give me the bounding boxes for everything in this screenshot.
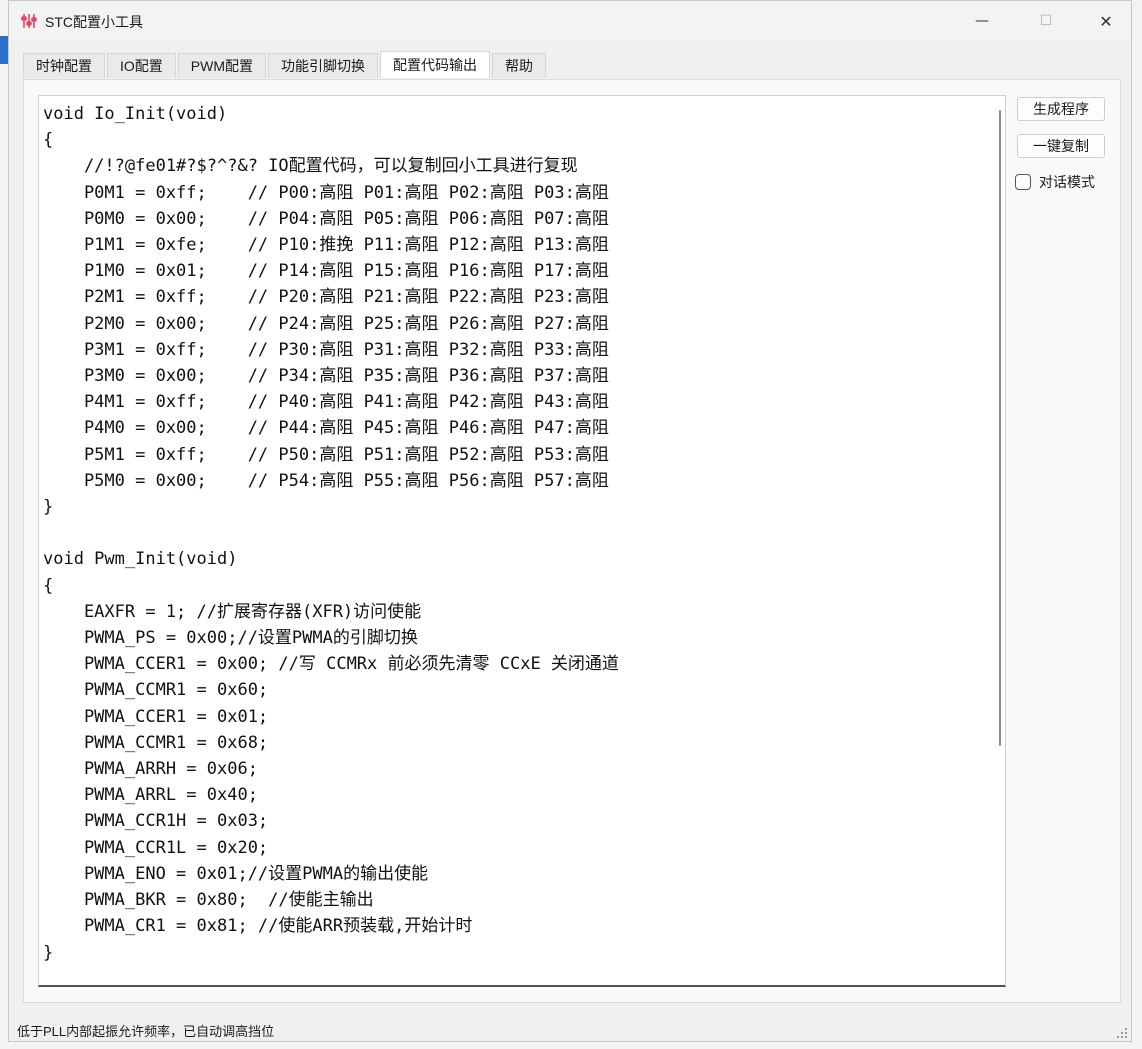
code-line: PWMA_CCMR1 = 0x60; <box>43 680 269 701</box>
code-line: PWMA_CCMR1 = 0x68; <box>43 732 269 753</box>
status-message: 低于PLL内部起振允许频率，已自动调高挡位 <box>17 1024 275 1039</box>
code-line: PWMA_ARRL = 0x40; <box>43 785 258 806</box>
code-line: void Io_Init(void) <box>43 104 228 124</box>
code-line: P4M0 = 0x00; // P44:高阻 P45:高阻 P46:高阻 P47… <box>43 418 609 439</box>
code-line: } <box>43 942 54 963</box>
code-line: PWMA_BKR = 0x80; //使能主输出 <box>43 890 374 911</box>
code-line: } <box>43 497 54 518</box>
code-line: PWMA_CCER1 = 0x00; //写 CCMRx 前必须先清零 CCxE… <box>43 654 619 675</box>
code-line: PWMA_ARRH = 0x06; <box>43 759 258 780</box>
code-line: P2M0 = 0x00; // P24:高阻 P25:高阻 P26:高阻 P27… <box>43 313 609 334</box>
code-line: P0M0 = 0x00; // P04:高阻 P05:高阻 P06:高阻 P07… <box>43 208 609 229</box>
status-bar: 低于PLL内部起振允许频率，已自动调高挡位 <box>9 1015 1131 1041</box>
tab-io-config[interactable]: IO配置 <box>107 53 176 78</box>
code-line: P3M1 = 0xff; // P30:高阻 P31:高阻 P32:高阻 P33… <box>43 339 609 360</box>
code-line: P3M0 = 0x00; // P34:高阻 P35:高阻 P36:高阻 P37… <box>43 366 609 387</box>
title-bar[interactable]: STC配置小工具 — ☐ ✕ <box>9 1 1131 41</box>
minimize-button[interactable]: — <box>959 1 1005 41</box>
tab-code-output[interactable]: 配置代码输出 <box>380 51 490 78</box>
code-line: P2M1 = 0xff; // P20:高阻 P21:高阻 P22:高阻 P23… <box>43 287 609 308</box>
resize-grip-icon[interactable] <box>1117 1028 1127 1038</box>
close-button[interactable]: ✕ <box>1083 1 1129 41</box>
tab-pin-switch[interactable]: 功能引脚切换 <box>268 53 378 78</box>
vertical-scrollbar[interactable] <box>999 110 1001 746</box>
code-output-panel: void Io_Init(void) { //!?@fe01#?$?^?&? IO… <box>23 79 1121 1003</box>
copy-all-button[interactable]: 一键复制 <box>1017 134 1105 158</box>
code-line: P4M1 = 0xff; // P40:高阻 P41:高阻 P42:高阻 P43… <box>43 392 609 413</box>
code-line: PWMA_PS = 0x00;//设置PWMA的引脚切换 <box>43 628 418 649</box>
dialog-mode-label: 对话模式 <box>1039 174 1095 190</box>
code-line: PWMA_CR1 = 0x81; //使能ARR预装载,开始计时 <box>43 916 473 937</box>
minimize-icon: — <box>975 13 989 29</box>
code-line: void Pwm_Init(void) <box>43 549 238 570</box>
code-text: void Io_Init(void) { //!?@fe01#?$?^?&? IO… <box>43 101 619 985</box>
code-line: P1M0 = 0x01; // P14:高阻 P15:高阻 P16:高阻 P17… <box>43 261 609 282</box>
code-line: PWMA_CCER1 = 0x01; <box>43 706 269 727</box>
tab-bar: 时钟配置 IO配置 PWM配置 功能引脚切换 配置代码输出 帮助 <box>23 51 548 79</box>
maximize-button[interactable]: ☐ <box>1023 1 1069 41</box>
code-line: P0M1 = 0xff; // P00:高阻 P01:高阻 P02:高阻 P03… <box>43 182 609 203</box>
code-line: P5M0 = 0x00; // P54:高阻 P55:高阻 P56:高阻 P57… <box>43 470 609 491</box>
code-line: EAXFR = 1; //扩展寄存器(XFR)访问使能 <box>43 601 422 622</box>
app-window: STC配置小工具 — ☐ ✕ 时钟配置 IO配置 PWM配置 功能引脚切换 配置… <box>8 0 1132 1042</box>
code-line: //!?@fe01#?$?^?&? IO配置代码，可以复制回小工具进行复现 <box>43 156 578 177</box>
code-line: P5M1 = 0xff; // P50:高阻 P51:高阻 P52:高阻 P53… <box>43 444 609 465</box>
code-line: { <box>43 130 54 151</box>
dialog-mode-toggle[interactable]: 对话模式 <box>1015 172 1095 192</box>
code-output-textarea[interactable]: void Io_Init(void) { //!?@fe01#?$?^?&? IO… <box>38 95 1006 987</box>
code-line: PWMA_ENO = 0x01;//设置PWMA的输出使能 <box>43 863 429 884</box>
background-window-edge <box>0 36 8 64</box>
close-icon: ✕ <box>1099 11 1113 31</box>
tab-clock-config[interactable]: 时钟配置 <box>23 53 105 78</box>
code-line: P1M1 = 0xfe; // P10:推挽 P11:高阻 P12:高阻 P13… <box>43 235 609 256</box>
window-title: STC配置小工具 <box>45 14 143 30</box>
tab-pwm-config[interactable]: PWM配置 <box>177 53 266 78</box>
code-line: PWMA_CCR1H = 0x03; <box>43 811 269 832</box>
code-line: { <box>43 575 54 596</box>
generate-program-button[interactable]: 生成程序 <box>1017 97 1105 121</box>
code-line: PWMA_CCR1L = 0x20; <box>43 837 269 858</box>
tab-help[interactable]: 帮助 <box>492 53 546 78</box>
dialog-mode-checkbox[interactable] <box>1015 174 1031 190</box>
sliders-icon <box>21 14 37 28</box>
maximize-icon: ☐ <box>1039 13 1053 29</box>
